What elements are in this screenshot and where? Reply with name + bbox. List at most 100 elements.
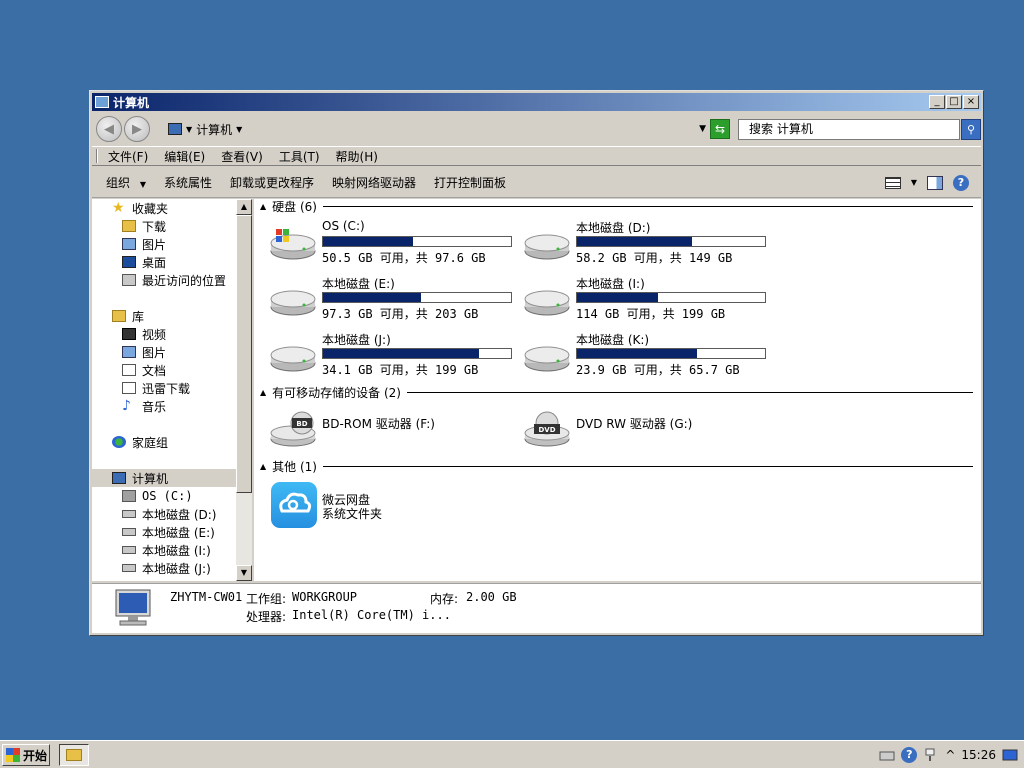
chevron-down-icon[interactable]: ▼ [236,125,242,134]
nav-music[interactable]: ♪ 音乐 [122,397,166,415]
scroll-up-button[interactable]: ▲ [236,199,252,215]
organize-button[interactable]: 组织 ▼ [106,174,146,191]
preview-pane-icon[interactable] [927,175,943,190]
nav-videos[interactable]: 视频 [122,325,166,343]
nav-scrollbar[interactable]: ▲ ▼ [236,199,252,581]
drive-item-bd[interactable]: BD BD-ROM 驱动器 (F:) [270,405,520,451]
star-icon: ★ [112,200,125,216]
map-drive-button[interactable]: 映射网络驱动器 [332,174,416,191]
refresh-button[interactable]: ⇆ [710,119,730,139]
drive-usage-fill [577,349,698,358]
drive-name: OS (C:) [322,219,365,233]
tray-expand-icon[interactable]: ^ [945,748,955,762]
explorer-window: 计算机 _ □ × ◀ ▶ ▼ 计算机 ▼ ▼ ⇆ 搜索 计算机 ⚲ 文件(F)… [89,90,984,636]
group-header-removable[interactable]: ▲ 有可移动存储的设备 (2) [260,385,973,400]
menu-view[interactable]: 查看(V) [221,148,263,165]
collapse-triangle-icon[interactable]: ▲ [260,462,266,471]
command-bar: 组织 ▼ 系统属性 卸载或更改程序 映射网络驱动器 打开控制面板 ▼ ? [92,168,981,198]
drive-usage-bar [322,292,512,303]
weiyun-folder-item[interactable]: 微云网盘 系统文件夹 [270,481,520,533]
chevron-down-icon[interactable]: ▼ [911,178,917,187]
nav-libraries[interactable]: 库 [112,307,144,325]
group-header-hard-disks[interactable]: ▲ 硬盘 (6) [260,199,973,214]
scroll-down-button[interactable]: ▼ [236,565,252,581]
menu-help[interactable]: 帮助(H) [336,148,378,165]
nav-lib-pictures[interactable]: 图片 [122,343,166,361]
menu-file[interactable]: 文件(F) [108,148,148,165]
search-button[interactable]: ⚲ [961,119,981,140]
drive-item[interactable]: 本地磁盘 (E:) 97.3 GB 可用，共 203 GB [270,275,520,321]
drive-usage-bar [322,236,512,247]
keyboard-icon[interactable] [879,747,895,763]
drive-space: 114 GB 可用，共 199 GB [576,307,726,321]
nav-drive-j[interactable]: 本地磁盘 (J:) [122,559,211,577]
nav-drive-e[interactable]: 本地磁盘 (E:) [122,523,215,541]
search-icon: ⚲ [966,123,976,136]
help-icon[interactable]: ? [953,174,969,191]
drive-item[interactable]: 本地磁盘 (D:) 58.2 GB 可用，共 149 GB [524,219,774,265]
address-dropdown-icon[interactable]: ▼ [699,124,706,134]
show-desktop-icon[interactable] [1002,747,1018,763]
back-button[interactable]: ◀ [96,116,122,142]
document-icon [122,382,136,394]
scroll-thumb[interactable] [236,215,252,493]
arrow-left-icon: ◀ [104,121,114,137]
control-panel-button[interactable]: 打开控制面板 [434,174,506,191]
homegroup-icon [112,436,126,448]
nav-recent-places[interactable]: 最近访问的位置 [122,271,226,289]
chevron-down-icon[interactable]: ▼ [186,125,192,134]
drive-item[interactable]: 本地磁盘 (J:) 34.1 GB 可用，共 199 GB [270,331,520,377]
drive-item[interactable]: 本地磁盘 (I:) 114 GB 可用，共 199 GB [524,275,774,321]
drive-usage-bar [576,236,766,247]
uninstall-button[interactable]: 卸载或更改程序 [230,174,314,191]
nav-thunder-downloads[interactable]: 迅雷下载 [122,379,190,397]
maximize-button[interactable]: □ [946,95,962,109]
nav-desktop[interactable]: 桌面 [122,253,166,271]
hard-drive-icon [524,346,570,372]
menu-edit[interactable]: 编辑(E) [164,148,205,165]
search-input[interactable]: 搜索 计算机 [738,119,960,140]
nav-drive-c[interactable]: OS (C:) [122,487,193,505]
collapse-triangle-icon[interactable]: ▲ [260,388,266,397]
document-icon [122,364,136,376]
address-box[interactable]: ▼ 计算机 ▼ ▼ [164,119,706,139]
drive-name: 本地磁盘 (J:) [322,333,391,347]
nav-drive-d[interactable]: 本地磁盘 (D:) [122,505,216,523]
nav-drive-i[interactable]: 本地磁盘 (I:) [122,541,211,559]
drive-usage-bar [322,348,512,359]
breadcrumb-computer[interactable]: 计算机 [196,121,232,138]
collapse-triangle-icon[interactable]: ▲ [260,202,266,211]
start-button[interactable]: 开始 [2,744,50,766]
view-options-icon[interactable] [884,176,901,189]
minimize-button[interactable]: _ [929,95,945,109]
drive-usage-fill [323,349,480,358]
drive-item[interactable]: OS (C:) 50.5 GB 可用，共 97.6 GB [270,219,520,265]
nav-computer[interactable]: 计算机 [92,469,236,487]
taskbar-explorer-button[interactable] [59,744,89,766]
drive-space: 34.1 GB 可用，共 199 GB [322,363,479,377]
close-button[interactable]: × [963,95,979,109]
nav-favorites[interactable]: ★ 收藏夹 [112,199,168,217]
computer-icon [112,472,126,484]
system-tray: ? ^ 15:26 [875,744,1022,766]
nav-downloads[interactable]: 下载 [122,217,166,235]
windows-drive-icon [270,229,316,260]
nav-homegroup[interactable]: 家庭组 [112,433,168,451]
pictures-icon [122,238,136,250]
windows-drive-icon [122,490,136,502]
drive-item-dvd[interactable]: DVD DVD RW 驱动器 (G:) [524,405,774,451]
drive-name: 本地磁盘 (E:) [322,277,395,291]
title-bar[interactable]: 计算机 _ □ × [92,93,981,111]
group-header-other[interactable]: ▲ 其他 (1) [260,459,973,474]
clock[interactable]: 15:26 [961,748,996,762]
system-properties-button[interactable]: 系统属性 [164,174,212,191]
refresh-icon: ⇆ [714,122,726,136]
nav-pictures[interactable]: 图片 [122,235,166,253]
nav-documents[interactable]: 文档 [122,361,166,379]
help-icon[interactable]: ? [901,747,918,763]
forward-button[interactable]: ▶ [124,116,150,142]
menu-tools[interactable]: 工具(T) [279,148,320,165]
network-icon[interactable] [923,747,939,763]
drive-item[interactable]: 本地磁盘 (K:) 23.9 GB 可用，共 65.7 GB [524,331,774,377]
navigation-pane: ★ 收藏夹 下载 图片 桌面 最近访问的位置 库 视频 图片 文档 迅雷下载 ♪… [92,199,252,581]
